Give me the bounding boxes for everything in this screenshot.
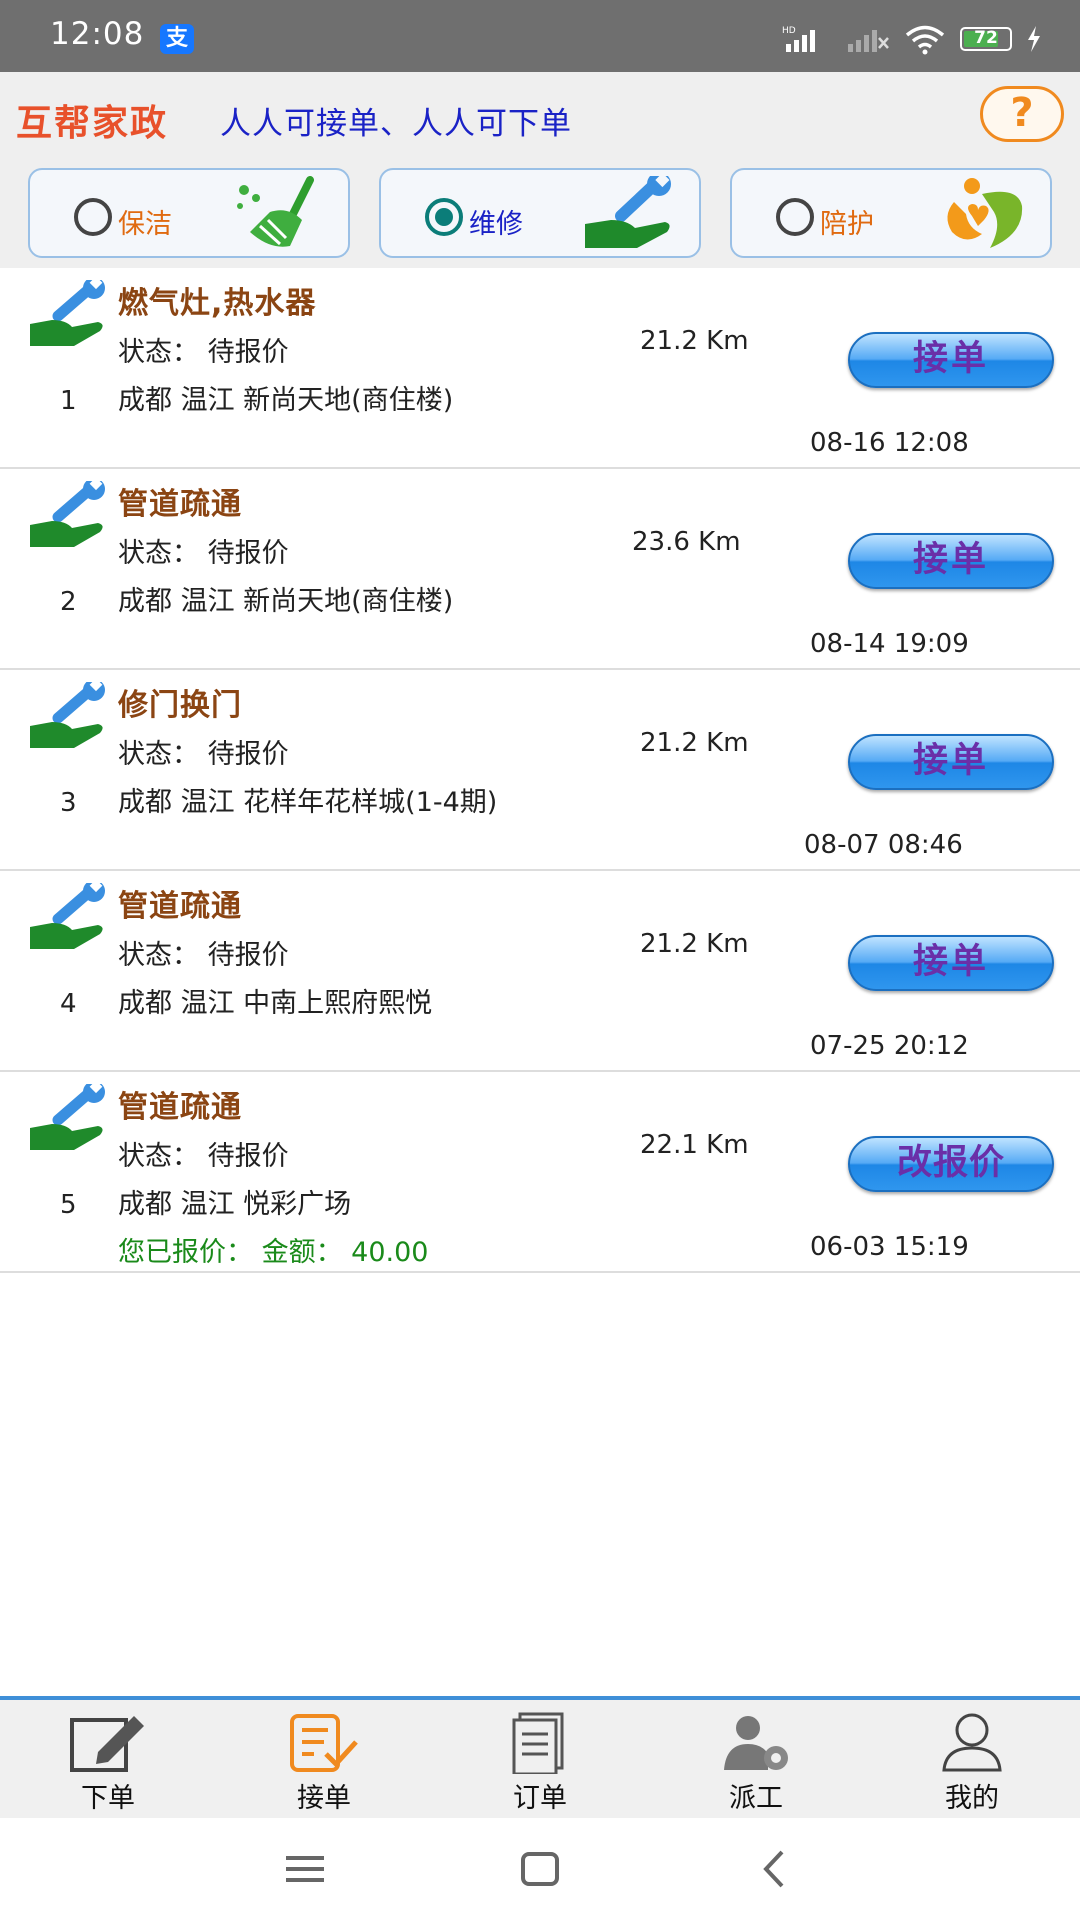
order-status: 状态： 待报价 — [118, 739, 289, 770]
order-title: 修门换门 — [118, 688, 242, 723]
status-time: 12:08 — [50, 16, 145, 52]
accept-order-button[interactable]: 接单 — [848, 332, 1054, 388]
order-status: 状态： 待报价 — [118, 337, 289, 368]
list-item[interactable]: 修门换门 状态： 待报价 3 成都 温江 花样年花样城(1-4期) 21.2 K… — [0, 670, 1080, 871]
category-label: 保洁 — [118, 209, 172, 240]
order-address: 成都 温江 悦彩广场 — [118, 1189, 352, 1220]
care-heart-icon — [947, 178, 1023, 248]
wrench-hand-icon — [30, 1084, 105, 1150]
nav-label: 订单 — [513, 1783, 567, 1814]
order-index: 5 — [60, 1190, 77, 1220]
app-header: 互帮家政 人人可接单、人人可下单 ? 保洁 维修 陪护 — [0, 72, 1080, 268]
battery-icon: 72 — [960, 27, 1012, 51]
nav-label: 接单 — [297, 1783, 351, 1814]
order-title: 管道疏通 — [118, 1090, 242, 1125]
order-index: 1 — [60, 386, 77, 416]
charging-bolt-icon — [1028, 26, 1040, 52]
category-cleaning[interactable]: 保洁 — [28, 168, 350, 258]
order-quote: 您已报价： 金额： 40.00 — [118, 1237, 429, 1268]
order-distance: 23.6 Km — [632, 527, 741, 557]
status-bar: 12:08 支 HD 72 — [0, 0, 1080, 72]
back-icon[interactable] — [750, 1844, 800, 1894]
wifi-icon — [905, 25, 945, 55]
home-icon[interactable] — [515, 1844, 565, 1894]
broom-icon — [237, 176, 314, 247]
category-label: 维修 — [469, 209, 523, 240]
order-status: 状态： 待报价 — [118, 1141, 289, 1172]
bottom-nav: 下单 接单 订单 派工 我的 — [0, 1696, 1080, 1818]
alipay-icon: 支 — [160, 24, 194, 54]
wrench-hand-icon — [585, 176, 671, 248]
category-label: 陪护 — [820, 209, 874, 240]
status-icons: HD 72 — [782, 22, 1042, 56]
order-distance: 22.1 Km — [640, 1130, 749, 1160]
order-address: 成都 温江 新尚天地(商住楼) — [118, 586, 454, 617]
change-quote-button[interactable]: 改报价 — [848, 1136, 1054, 1192]
battery-level: 72 — [974, 28, 998, 48]
order-title: 燃气灶,热水器 — [118, 286, 317, 321]
menu-icon[interactable] — [280, 1844, 330, 1894]
order-status: 状态： 待报价 — [118, 940, 289, 971]
wrench-hand-icon — [30, 481, 105, 547]
nav-label: 派工 — [729, 1783, 783, 1814]
document-icon — [512, 1712, 564, 1774]
order-distance: 21.2 Km — [640, 728, 749, 758]
order-time: 08-14 19:09 — [810, 629, 969, 659]
edit-icon — [70, 1716, 144, 1772]
category-repair[interactable]: 维修 — [379, 168, 701, 258]
list-item[interactable]: 管道疏通 状态： 待报价 2 成都 温江 新尚天地(商住楼) 23.6 Km 接… — [0, 469, 1080, 670]
order-address: 成都 温江 新尚天地(商住楼) — [118, 385, 454, 416]
accept-order-button[interactable]: 接单 — [848, 734, 1054, 790]
nav-label: 下单 — [81, 1783, 135, 1814]
cellular-signal-off-icon — [848, 30, 889, 52]
accept-order-button[interactable]: 接单 — [848, 935, 1054, 991]
order-time: 07-25 20:12 — [810, 1031, 969, 1061]
list-item[interactable]: 管道疏通 状态： 待报价 5 成都 温江 悦彩广场 您已报价： 金额： 40.0… — [0, 1072, 1080, 1273]
brand-slogan: 人人可接单、人人可下单 — [220, 106, 572, 142]
order-distance: 21.2 Km — [640, 929, 749, 959]
accept-order-button[interactable]: 接单 — [848, 533, 1054, 589]
nav-accept-order[interactable]: 接单 — [216, 1700, 432, 1818]
order-index: 2 — [60, 587, 77, 617]
wrench-hand-icon — [30, 280, 105, 346]
order-time: 08-16 12:08 — [810, 428, 969, 458]
radio-repair[interactable] — [425, 198, 463, 236]
wrench-hand-icon — [30, 682, 105, 748]
order-distance: 21.2 Km — [640, 326, 749, 356]
worker-gear-icon — [724, 1716, 788, 1770]
svg-text:HD: HD — [782, 26, 796, 36]
system-nav-bar — [0, 1818, 1080, 1920]
order-address: 成都 温江 中南上熙府熙悦 — [118, 988, 433, 1019]
order-time: 06-03 15:19 — [810, 1232, 969, 1262]
radio-cleaning[interactable] — [74, 198, 112, 236]
list-item[interactable]: 燃气灶,热水器 状态： 待报价 1 成都 温江 新尚天地(商住楼) 21.2 K… — [0, 268, 1080, 469]
order-title: 管道疏通 — [118, 889, 242, 924]
nav-profile[interactable]: 我的 — [864, 1700, 1080, 1818]
order-title: 管道疏通 — [118, 487, 242, 522]
nav-label: 我的 — [945, 1783, 999, 1814]
nav-orders[interactable]: 订单 — [432, 1700, 648, 1818]
help-button[interactable]: ? — [980, 86, 1064, 142]
nav-dispatch[interactable]: 派工 — [648, 1700, 864, 1818]
order-time: 08-07 08:46 — [804, 830, 963, 860]
brand-title: 互帮家政 — [16, 103, 169, 144]
user-icon — [942, 1713, 1002, 1772]
order-index: 4 — [60, 989, 77, 1019]
accept-order-icon — [290, 1714, 358, 1772]
cellular-signal-icon: HD — [782, 26, 815, 52]
nav-place-order[interactable]: 下单 — [0, 1700, 216, 1818]
list-item[interactable]: 管道疏通 状态： 待报价 4 成都 温江 中南上熙府熙悦 21.2 Km 接单 … — [0, 871, 1080, 1072]
order-status: 状态： 待报价 — [118, 538, 289, 569]
order-index: 3 — [60, 788, 77, 818]
order-address: 成都 温江 花样年花样城(1-4期) — [118, 787, 498, 818]
wrench-hand-icon — [30, 883, 105, 949]
radio-care[interactable] — [776, 198, 814, 236]
category-care[interactable]: 陪护 — [730, 168, 1052, 258]
